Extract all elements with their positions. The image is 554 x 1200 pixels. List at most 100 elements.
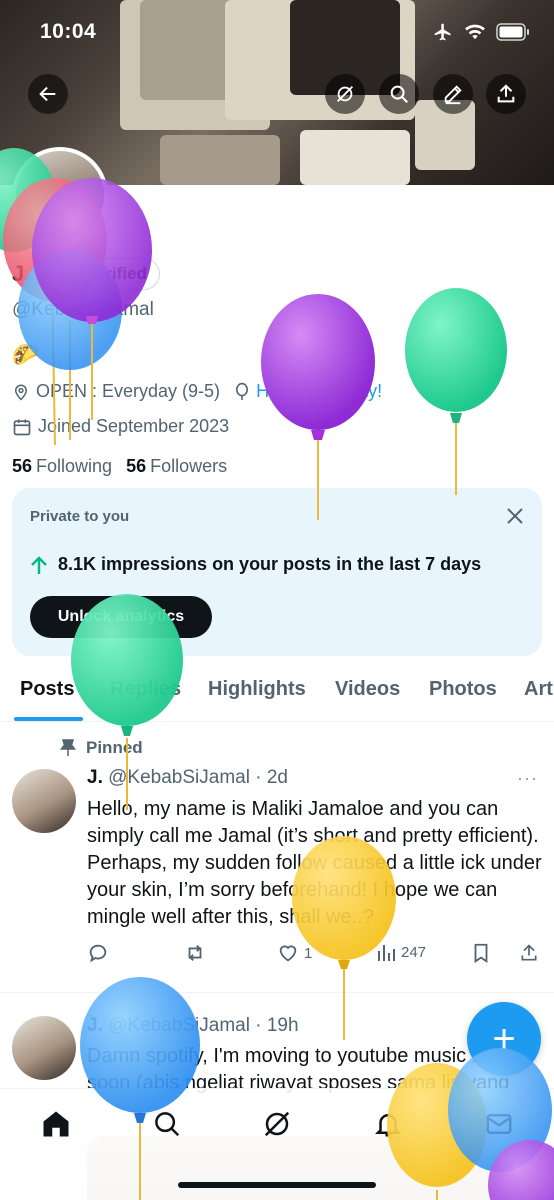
birthday-item: Happy birthday! (234, 381, 382, 402)
impressions-text: 8.1K impressions on your posts in the la… (58, 554, 482, 574)
bell-icon (374, 1114, 402, 1137)
grok-icon (337, 86, 353, 102)
balloon (405, 288, 507, 495)
balloon-icon (236, 382, 249, 400)
impressions-row: 8.1K impressions on your posts in the la… (30, 554, 481, 575)
post-actions: 1 247 (87, 942, 542, 968)
profile-name: J. (12, 261, 31, 286)
tab-photos[interactable]: Photos (429, 678, 497, 701)
arrow-up-icon (31, 555, 47, 574)
grok-icon (264, 1111, 290, 1137)
post-author-name[interactable]: J. (87, 767, 103, 788)
share-icon (497, 84, 515, 103)
post-time: · 2d (255, 767, 288, 788)
post-share-button[interactable] (519, 942, 539, 964)
pinned-text: Pinned (86, 738, 143, 757)
search-button[interactable] (379, 74, 419, 114)
following-link[interactable]: 56 Following (12, 456, 112, 477)
location-text: OPEN : Everyday (9-5) (36, 381, 221, 401)
nav-notifications[interactable] (373, 1109, 403, 1139)
post-time: · 19h (255, 1015, 299, 1036)
followers-link[interactable]: 56 Followers (126, 456, 227, 477)
edit-button[interactable] (433, 74, 473, 114)
airplane-icon (434, 23, 451, 41)
private-label: Private to you (30, 508, 130, 525)
calendar-icon (13, 419, 31, 435)
battery-icon (496, 23, 529, 41)
tab-replies[interactable]: Replies (110, 678, 181, 701)
nav-search[interactable] (152, 1109, 182, 1139)
unlock-analytics-button[interactable]: Unlock analytics (30, 596, 212, 638)
post-header: J. @KebabSiJamal · 19h (87, 1015, 299, 1037)
profile-tabs: Posts Replies Highlights Videos Photos A… (0, 664, 554, 722)
profile-avatar[interactable] (12, 147, 108, 243)
tab-highlights[interactable]: Highlights (208, 678, 306, 701)
nav-home[interactable] (41, 1109, 71, 1139)
repost-button[interactable] (183, 942, 207, 964)
like-count: 1 (304, 944, 313, 962)
views-button[interactable]: 247 (376, 942, 426, 962)
home-icon (43, 1111, 69, 1137)
follow-stats: 56 Following 56 Followers (12, 456, 227, 477)
location-pin-icon (14, 384, 28, 401)
joined-text: Joined September 2023 (38, 416, 230, 436)
profile-bio: 🌮 (12, 342, 40, 367)
active-tab-indicator (14, 717, 83, 721)
location-item: OPEN : Everyday (9-5) (12, 381, 220, 402)
post-divider (0, 992, 554, 993)
get-verified-button[interactable]: Get verified (40, 258, 160, 290)
tab-art[interactable]: Art (524, 678, 553, 701)
post-author-name[interactable]: J. (87, 1015, 103, 1036)
reply-button[interactable] (87, 942, 109, 964)
close-icon (507, 508, 523, 524)
post-header: J. @KebabSiJamal · 2d (87, 767, 288, 789)
search-icon (155, 1112, 180, 1137)
back-button[interactable] (28, 74, 68, 114)
following-count: 56 (12, 456, 33, 476)
nav-grok[interactable] (262, 1109, 292, 1139)
balloon (261, 294, 375, 520)
home-indicator (178, 1182, 376, 1188)
heart-icon (279, 945, 297, 962)
profile-meta: OPEN : Everyday (9-5) Happy birthday! (12, 381, 382, 402)
bookmark-icon (474, 943, 488, 963)
post-author-handle[interactable]: @KebabSiJamal (108, 1015, 250, 1036)
share-icon (521, 944, 537, 961)
profile-name-row: J. Get verified (12, 258, 160, 290)
analytics-card: Private to you 8.1K impressions on your … (12, 488, 542, 656)
views-count: 247 (401, 943, 427, 961)
avatar[interactable] (12, 1016, 76, 1080)
repost-icon (188, 945, 202, 961)
tab-posts[interactable]: Posts (20, 678, 74, 701)
status-bar: 10:04 (0, 0, 554, 62)
following-label: Following (36, 456, 113, 476)
followers-label: Followers (150, 456, 228, 476)
avatar[interactable] (12, 769, 76, 833)
status-icons (432, 22, 530, 42)
post-text: Hello, my name is Maliki Jamaloe and you… (87, 798, 542, 928)
profile-handle: @KebabSiJamal (12, 299, 154, 320)
mail-icon (486, 1114, 512, 1134)
edit-icon (444, 85, 462, 105)
pinned-label: Pinned (60, 738, 143, 758)
close-button[interactable] (506, 504, 524, 532)
joined-item: Joined September 2023 (12, 416, 229, 437)
arrow-left-icon (39, 86, 56, 102)
share-button[interactable] (486, 74, 526, 114)
status-time: 10:04 (40, 20, 97, 43)
pin-icon (60, 739, 76, 756)
like-button[interactable]: 1 (277, 942, 312, 964)
more-options-button[interactable]: ··· (517, 768, 538, 789)
birthday-link[interactable]: Happy birthday! (256, 381, 382, 402)
tab-videos[interactable]: Videos (335, 678, 400, 701)
grok-button[interactable] (325, 74, 365, 114)
reply-icon (89, 944, 107, 963)
search-icon (390, 85, 408, 103)
wifi-icon (465, 24, 485, 40)
bookmark-button[interactable] (471, 942, 491, 964)
views-icon (378, 945, 395, 961)
post-author-handle[interactable]: @KebabSiJamal (108, 767, 250, 788)
nav-messages[interactable] (484, 1109, 514, 1139)
compose-button[interactable]: + (467, 1002, 541, 1076)
followers-count: 56 (126, 456, 147, 476)
